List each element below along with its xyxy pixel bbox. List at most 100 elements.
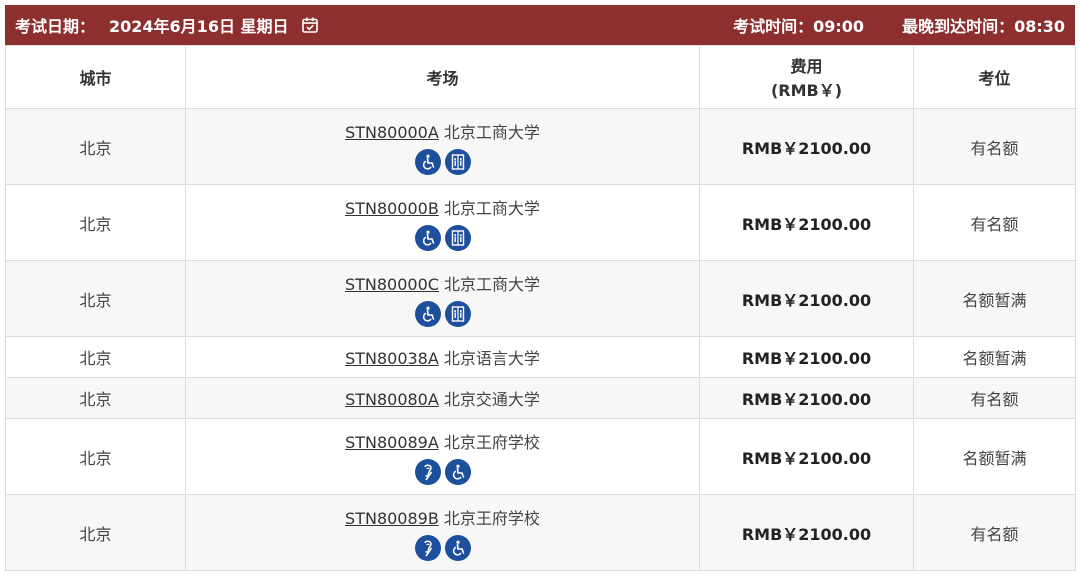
fee-cell: RMB￥2100.00	[699, 108, 914, 185]
fee-cell: RMB￥2100.00	[699, 418, 914, 495]
fee-text: RMB￥2100.00	[741, 138, 872, 158]
city-text: 北京	[79, 390, 112, 409]
venue-name: 北京王府学校	[443, 432, 540, 452]
city-cell: 北京	[5, 494, 186, 571]
fee-cell: RMB￥2100.00	[699, 377, 914, 419]
seats-cell: 名额暂满	[913, 418, 1076, 495]
column-header-city: 城市	[5, 45, 186, 109]
venue-name: 北京工商大学	[444, 274, 541, 294]
calendar-check-icon[interactable]	[301, 16, 319, 34]
elevator-icon	[444, 148, 471, 175]
venue-line: STN80000B 北京工商大学	[186, 195, 699, 219]
city-text: 北京	[79, 290, 112, 310]
fee-header-line2: (RMB￥)	[770, 81, 843, 100]
fee-cell: RMB￥2100.00	[699, 260, 914, 337]
venue-cell: STN80000C 北京工商大学	[185, 260, 700, 337]
wheelchair-icon	[444, 458, 471, 485]
city-cell: 北京	[5, 377, 186, 419]
table-row: 北京 STN80000B 北京工商大学 RMB￥2100.00 有名额	[5, 184, 1076, 261]
venue-cell: STN80038A 北京语言大学	[185, 336, 700, 378]
exam-session-panel: 考试日期： 2024年6月16日 星期日 考试时间：09:00 最晚到达时间：0…	[5, 5, 1076, 571]
fee-text: RMB￥2100.00	[741, 390, 872, 409]
exam-date-label: 考试日期：	[15, 17, 96, 36]
venue-code-link[interactable]: STN80000C	[345, 275, 439, 294]
venue-code-link[interactable]: STN80038A	[345, 349, 439, 368]
hearing-icon	[414, 458, 441, 485]
venue-table: 城市 考场 费用 (RMB￥) 考位 北京 STN80000A 北京工商大学 R…	[5, 45, 1076, 571]
venue-cell: STN80089B 北京王府学校	[185, 494, 700, 571]
city-cell: 北京	[5, 184, 186, 261]
venue-code-link[interactable]: STN80000A	[345, 123, 439, 142]
city-text: 北京	[79, 524, 112, 544]
column-header-seats: 考位	[913, 45, 1076, 109]
venue-code-link[interactable]: STN80080A	[345, 390, 439, 409]
accessibility-icons	[186, 300, 699, 327]
seats-cell: 有名额	[913, 184, 1076, 261]
seat-status: 名额暂满	[962, 448, 1027, 468]
seat-status: 有名额	[970, 138, 1019, 158]
fee-text: RMB￥2100.00	[741, 448, 872, 468]
seat-status: 名额暂满	[962, 290, 1027, 310]
venue-line: STN80089B 北京王府学校	[186, 505, 699, 529]
venue-line: STN80080A 北京交通大学	[186, 386, 699, 410]
venue-line: STN80000C 北京工商大学	[186, 271, 699, 295]
venue-code-link[interactable]: STN80000B	[345, 199, 439, 218]
accessibility-icons	[186, 534, 699, 561]
seats-cell: 名额暂满	[913, 336, 1076, 378]
table-row: 北京 STN80000A 北京工商大学 RMB￥2100.00 有名额	[5, 108, 1076, 185]
city-text: 北京	[79, 138, 112, 158]
city-text: 北京	[79, 448, 112, 468]
fee-text: RMB￥2100.00	[741, 349, 872, 368]
fee-cell: RMB￥2100.00	[699, 336, 914, 378]
city-cell: 北京	[5, 336, 186, 378]
table-header-row: 城市 考场 费用 (RMB￥) 考位	[5, 45, 1076, 109]
table-row: 北京 STN80089B 北京王府学校 RMB￥2100.00 有名额	[5, 494, 1076, 571]
session-header-bar: 考试日期： 2024年6月16日 星期日 考试时间：09:00 最晚到达时间：0…	[5, 5, 1075, 45]
city-text: 北京	[79, 349, 112, 368]
wheelchair-icon	[414, 224, 441, 251]
fee-text: RMB￥2100.00	[741, 524, 872, 544]
venue-cell: STN80000B 北京工商大学	[185, 184, 700, 261]
venue-table-body: 北京 STN80000A 北京工商大学 RMB￥2100.00 有名额 北京 S…	[5, 108, 1076, 571]
seat-status: 有名额	[970, 524, 1019, 544]
wheelchair-icon	[414, 300, 441, 327]
elevator-icon	[444, 300, 471, 327]
city-cell: 北京	[5, 418, 186, 495]
venue-code-link[interactable]: STN80089A	[345, 433, 439, 452]
accessibility-icons	[186, 458, 699, 485]
venue-name: 北京语言大学	[443, 349, 540, 368]
column-header-fee: 费用 (RMB￥)	[699, 45, 914, 109]
venue-line: STN80089A 北京王府学校	[186, 429, 699, 453]
venue-name: 北京交通大学	[443, 390, 540, 409]
accessibility-icons	[186, 224, 699, 251]
table-row: 北京 STN80080A 北京交通大学 RMB￥2100.00 有名额	[5, 377, 1076, 419]
seats-cell: 有名额	[913, 377, 1076, 419]
wheelchair-icon	[444, 534, 471, 561]
exam-time-group: 考试时间：09:00 最晚到达时间：08:30	[733, 13, 1065, 37]
elevator-icon	[444, 224, 471, 251]
table-row: 北京 STN80000C 北京工商大学 RMB￥2100.00 名额暂满	[5, 260, 1076, 337]
wheelchair-icon	[414, 148, 441, 175]
exam-date-group: 考试日期： 2024年6月16日 星期日	[15, 13, 319, 37]
fee-header-line1: 费用	[790, 57, 823, 76]
venue-code-link[interactable]: STN80089B	[345, 509, 439, 528]
seats-cell: 有名额	[913, 108, 1076, 185]
fee-text: RMB￥2100.00	[741, 214, 872, 234]
hearing-icon	[414, 534, 441, 561]
venue-line: STN80038A 北京语言大学	[186, 345, 699, 369]
fee-text: RMB￥2100.00	[741, 290, 872, 310]
fee-cell: RMB￥2100.00	[699, 184, 914, 261]
seats-cell: 名额暂满	[913, 260, 1076, 337]
venue-cell: STN80089A 北京王府学校	[185, 418, 700, 495]
venue-name: 北京工商大学	[443, 122, 540, 142]
venue-cell: STN80000A 北京工商大学	[185, 108, 700, 185]
venue-line: STN80000A 北京工商大学	[186, 119, 699, 143]
arrival-time: 最晚到达时间：08:30	[902, 17, 1065, 36]
table-row: 北京 STN80089A 北京王府学校 RMB￥2100.00 名额暂满	[5, 418, 1076, 495]
accessibility-icons	[186, 148, 699, 175]
city-cell: 北京	[5, 260, 186, 337]
fee-cell: RMB￥2100.00	[699, 494, 914, 571]
venue-cell: STN80080A 北京交通大学	[185, 377, 700, 419]
seat-status: 名额暂满	[962, 349, 1027, 368]
city-text: 北京	[79, 214, 112, 234]
